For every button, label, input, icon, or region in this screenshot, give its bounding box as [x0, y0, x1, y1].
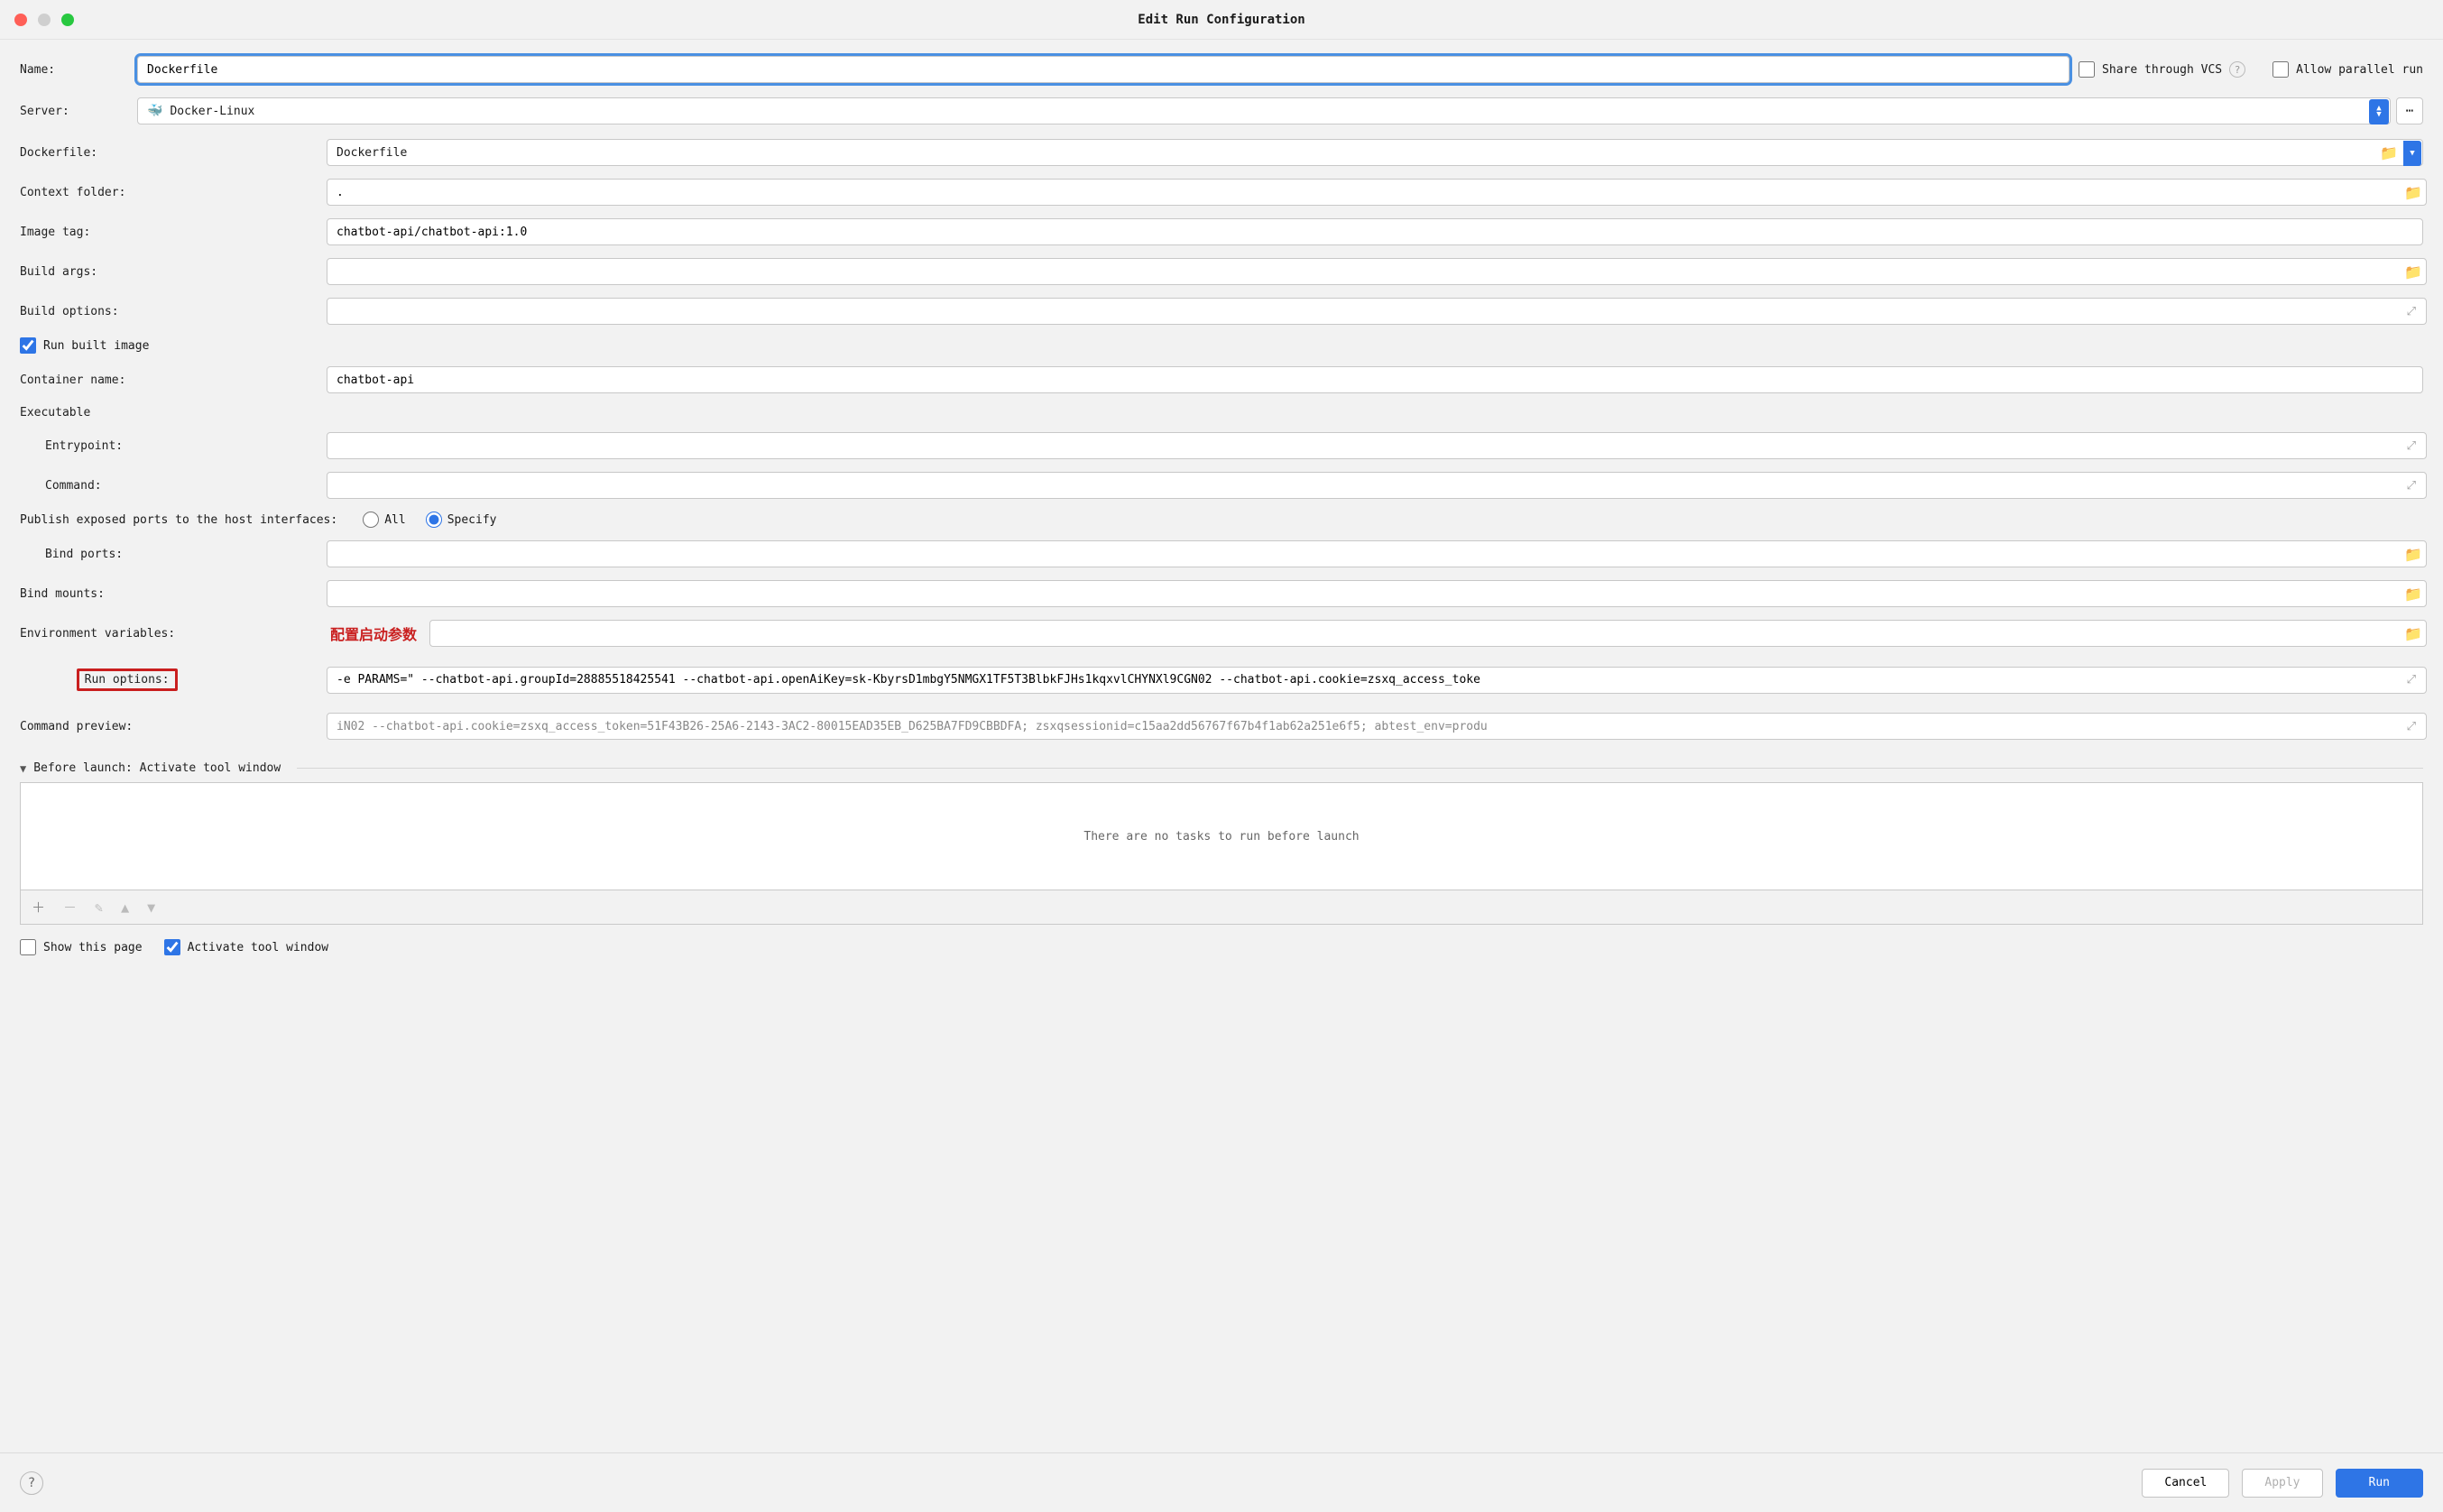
folder-icon[interactable]: 📁	[2403, 184, 2423, 201]
help-button[interactable]: ?	[20, 1471, 43, 1495]
allow-parallel-label: Allow parallel run	[2296, 63, 2423, 77]
share-vcs-checkbox[interactable]: Share through VCS ?	[2079, 61, 2245, 78]
dropdown-icon[interactable]: ▼	[2403, 141, 2421, 166]
name-label: Name:	[20, 63, 128, 77]
folder-icon[interactable]: 📁	[2403, 546, 2423, 563]
bind-ports-input[interactable]	[327, 540, 2427, 567]
bind-ports-label: Bind ports:	[20, 548, 318, 561]
expand-icon[interactable]: ⤢	[2407, 439, 2423, 453]
server-select[interactable]: 🐳 Docker-Linux ▲▼	[137, 97, 2391, 124]
before-launch-empty: There are no tasks to run before launch	[1083, 830, 1359, 844]
command-label: Command:	[20, 479, 318, 493]
command-preview-label: Command preview:	[20, 720, 318, 733]
ports-all-radio[interactable]: All	[363, 512, 405, 528]
container-name-label: Container name:	[20, 373, 318, 387]
before-launch-task-list: There are no tasks to run before launch	[20, 782, 2423, 890]
context-folder-label: Context folder:	[20, 186, 318, 199]
expand-icon[interactable]: ⤢	[2407, 479, 2423, 493]
run-options-label: Run options:	[77, 668, 178, 691]
dockerfile-input[interactable]: Dockerfile 📁 ▼	[327, 139, 2423, 166]
build-options-label: Build options:	[20, 305, 318, 318]
expand-icon[interactable]: ⤢	[2407, 720, 2423, 733]
build-args-input[interactable]	[327, 258, 2427, 285]
share-vcs-label: Share through VCS	[2102, 63, 2222, 77]
allow-parallel-checkbox[interactable]: Allow parallel run	[2272, 61, 2423, 78]
build-options-input[interactable]	[327, 298, 2427, 325]
entrypoint-input[interactable]	[327, 432, 2427, 459]
folder-icon[interactable]: 📁	[2403, 625, 2423, 642]
executable-heading: Executable	[20, 406, 2423, 419]
dockerfile-label: Dockerfile:	[20, 146, 318, 160]
select-arrows-icon: ▲▼	[2369, 99, 2389, 124]
folder-icon[interactable]: 📁	[2403, 263, 2423, 281]
apply-button: Apply	[2242, 1469, 2322, 1498]
env-vars-annotation: 配置启动参数	[330, 622, 417, 644]
move-down-button[interactable]: ▼	[147, 899, 155, 916]
titlebar: Edit Run Configuration	[0, 0, 2443, 40]
activate-tool-window-checkbox[interactable]: Activate tool window	[164, 939, 329, 955]
env-vars-input[interactable]	[429, 620, 2427, 647]
run-options-input[interactable]	[327, 667, 2427, 694]
dockerfile-value: Dockerfile	[336, 146, 407, 160]
context-folder-input[interactable]	[327, 179, 2427, 206]
move-up-button[interactable]: ▲	[121, 899, 129, 916]
bind-mounts-input[interactable]	[327, 580, 2427, 607]
expand-icon[interactable]: ⤢	[2407, 673, 2423, 687]
container-name-input[interactable]	[327, 366, 2423, 393]
entrypoint-label: Entrypoint:	[20, 439, 318, 453]
server-value: Docker-Linux	[170, 105, 254, 118]
show-this-page-checkbox[interactable]: Show this page	[20, 939, 143, 955]
image-tag-input[interactable]	[327, 218, 2423, 245]
cancel-button[interactable]: Cancel	[2142, 1469, 2229, 1498]
expand-icon[interactable]: ⤢	[2407, 305, 2423, 318]
task-toolbar: ＋ － ✎ ▲ ▼	[20, 890, 2423, 925]
help-icon[interactable]: ?	[2229, 61, 2245, 78]
env-vars-label: Environment variables:	[20, 627, 318, 641]
command-preview-output	[327, 713, 2427, 740]
activate-tool-window-label: Activate tool window	[188, 941, 329, 954]
server-label: Server:	[20, 105, 128, 118]
bind-mounts-label: Bind mounts:	[20, 587, 318, 601]
command-input[interactable]	[327, 472, 2427, 499]
remove-task-button[interactable]: －	[63, 898, 77, 917]
name-input[interactable]	[137, 56, 2070, 83]
docker-icon: 🐳	[147, 104, 162, 118]
edit-task-button[interactable]: ✎	[95, 899, 103, 916]
publish-ports-label: Publish exposed ports to the host interf…	[20, 513, 337, 527]
chevron-down-icon[interactable]: ▼	[20, 762, 26, 775]
before-launch-heading: Before launch: Activate tool window	[33, 761, 281, 775]
run-button[interactable]: Run	[2336, 1469, 2423, 1498]
image-tag-label: Image tag:	[20, 226, 318, 239]
ports-specify-radio[interactable]: Specify	[426, 512, 497, 528]
add-task-button[interactable]: ＋	[32, 898, 45, 917]
window-title: Edit Run Configuration	[0, 13, 2443, 27]
folder-icon[interactable]: 📁	[2379, 144, 2399, 161]
run-built-image-checkbox[interactable]: Run built image	[20, 337, 149, 354]
show-this-page-label: Show this page	[43, 941, 143, 954]
server-more-button[interactable]: ⋯	[2396, 97, 2423, 124]
build-args-label: Build args:	[20, 265, 318, 279]
folder-icon[interactable]: 📁	[2403, 585, 2423, 603]
run-built-image-label: Run built image	[43, 339, 149, 353]
